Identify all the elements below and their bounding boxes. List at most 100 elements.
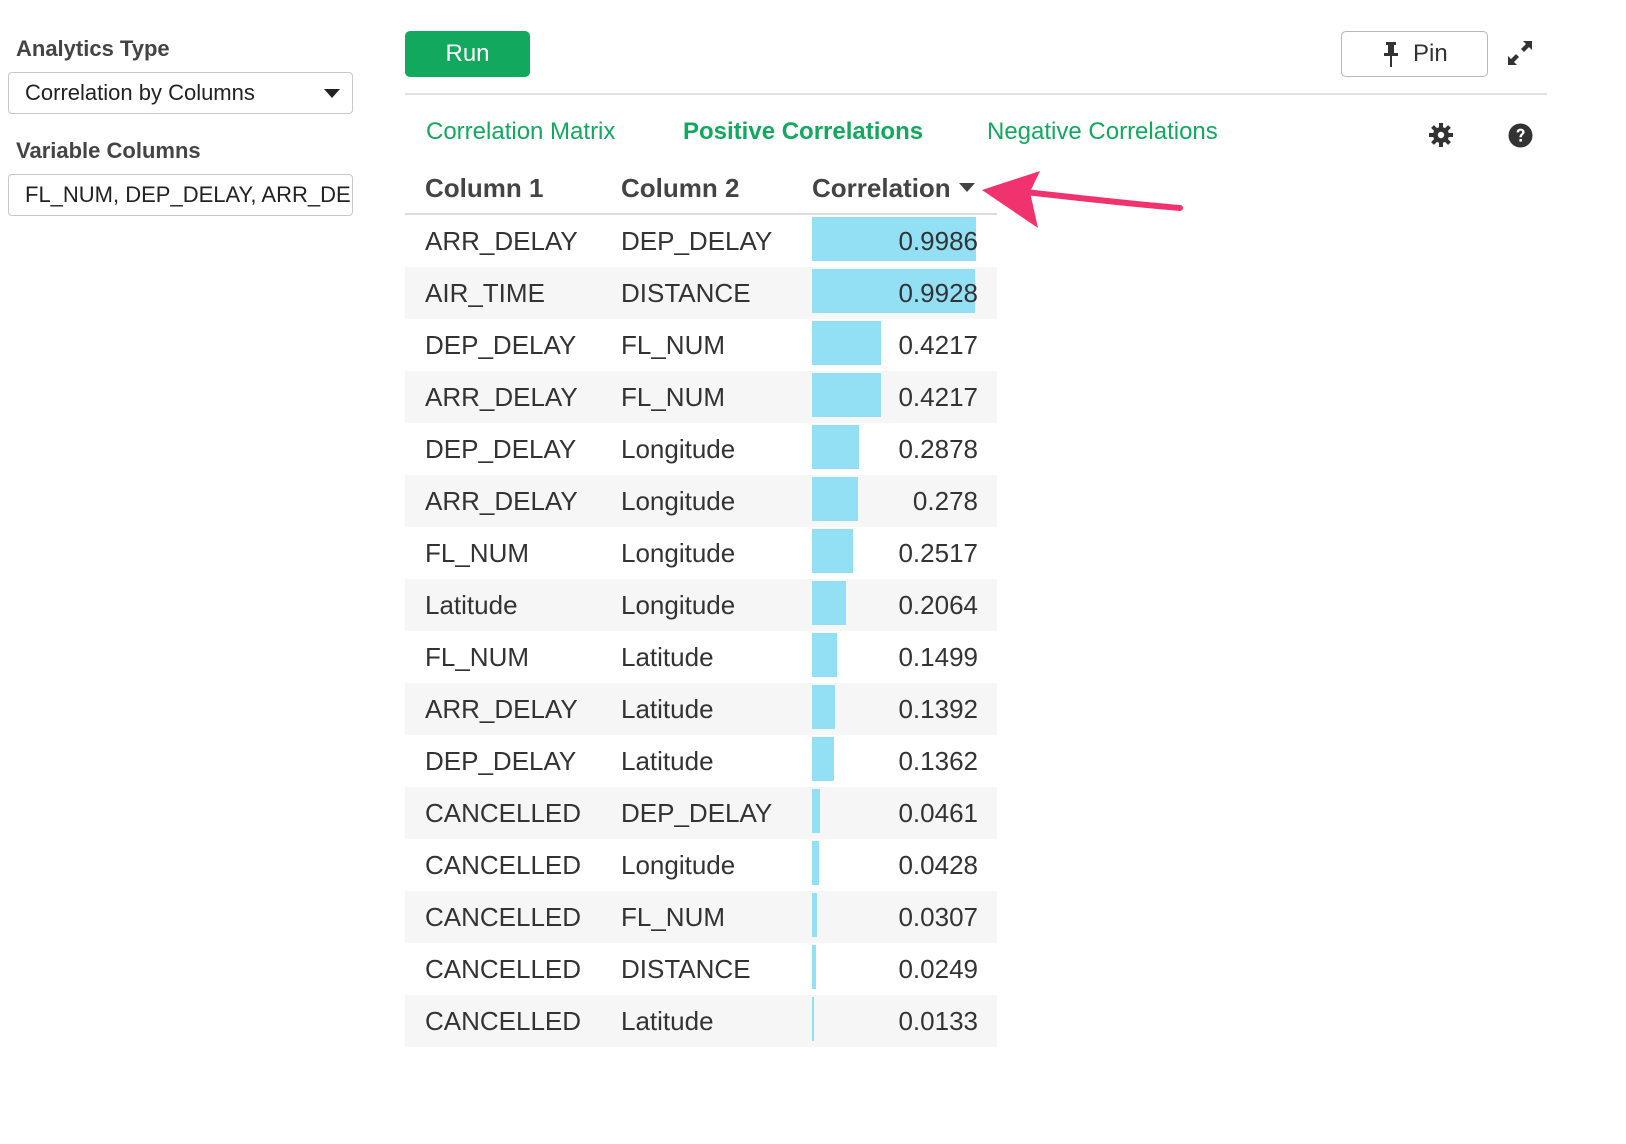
cell-column2: Latitude [621,642,714,672]
table-row: CANCELLED DISTANCE 0.0249 [405,943,997,995]
cell-column1: CANCELLED [425,798,582,828]
cell-column1: AIR_TIME [425,278,545,308]
correlation-bar [812,581,846,625]
correlation-value: 0.0249 [898,954,978,984]
table-row: CANCELLED FL_NUM 0.0307 [405,891,997,943]
gear-icon[interactable] [1429,123,1453,147]
cell-column2: Longitude [621,538,736,568]
expand-icon[interactable] [1505,38,1535,68]
cell-correlation: 0.2878 [812,425,978,469]
cell-correlation: 0.1499 [812,633,978,677]
header-correlation[interactable]: Correlation [812,173,975,204]
tab-correlation-matrix[interactable]: Correlation Matrix [426,118,615,146]
table-row: FL_NUM Latitude 0.1499 [405,631,997,683]
header-column1[interactable]: Column 1 [425,173,543,204]
cell-column2: DEP_DELAY [621,226,773,256]
cell-column2: DEP_DELAY [621,798,773,828]
cell-column1: DEP_DELAY [425,330,577,360]
table-row: DEP_DELAY FL_NUM 0.4217 [405,319,997,371]
chevron-down-icon [324,89,340,98]
cell-correlation: 0.1362 [812,737,978,781]
correlation-bar [812,633,837,677]
table-row: CANCELLED Longitude 0.0428 [405,839,997,891]
cell-column2: Longitude [621,486,736,516]
table-row: ARR_DELAY DEP_DELAY 0.9986 [405,215,997,267]
table-row: FL_NUM Longitude 0.2517 [405,527,997,579]
correlation-bar [812,425,860,469]
cell-column2: FL_NUM [621,902,726,932]
cell-correlation: 0.0133 [812,997,978,1041]
correlation-value: 0.9986 [898,226,978,256]
cell-correlation: 0.1392 [812,685,978,729]
cell-column2: Latitude [621,746,714,776]
cell-column1: DEP_DELAY [425,434,577,464]
table-body: ARR_DELAY DEP_DELAY 0.9986 AIR_TIME DISTANCE… [405,215,997,1047]
correlation-value: 0.1392 [898,694,978,724]
cell-correlation: 0.4217 [812,373,978,417]
table-row: ARR_DELAY Longitude 0.278 [405,475,997,527]
variable-columns-value: FL_NUM, DEP_DELAY, ARR_DELAY [25,182,352,207]
cell-column1: ARR_DELAY [425,226,578,256]
cell-correlation: 0.9986 [812,217,978,261]
cell-correlation: 0.9928 [812,269,978,313]
tab-positive-correlations[interactable]: Positive Correlations [683,118,923,146]
cell-column1: CANCELLED [425,902,582,932]
pin-button[interactable]: Pin [1341,31,1488,77]
cell-correlation: 0.278 [812,477,978,521]
header-column2[interactable]: Column 2 [621,173,739,204]
annotation-arrow [982,171,1183,228]
help-icon[interactable] [1508,123,1533,148]
correlation-bar [812,737,835,781]
tab-negative-correlations[interactable]: Negative Correlations [987,118,1218,146]
cell-column2: FL_NUM [621,330,726,360]
header-correlation-label: Correlation [812,173,951,203]
correlation-bar [812,945,817,989]
analytics-type-value: Correlation by Columns [25,80,255,105]
sort-desc-icon [958,182,975,192]
correlation-bar [812,529,854,573]
correlation-bar [812,477,858,521]
table-header: Column 1 Column 2 Correlation [405,163,997,215]
cell-column2: Longitude [621,850,736,880]
cell-column2: Longitude [621,590,736,620]
cell-correlation: 0.0461 [812,789,978,833]
correlation-value: 0.0461 [898,798,978,828]
analytics-type-select[interactable]: Correlation by Columns [8,72,353,114]
correlation-value: 0.0133 [898,1006,978,1036]
analytics-type-label: Analytics Type [16,36,170,61]
cell-column2: DISTANCE [621,278,751,308]
correlation-value: 0.2064 [898,590,978,620]
correlation-value: 0.0428 [898,850,978,880]
variable-columns-input[interactable]: FL_NUM, DEP_DELAY, ARR_DELAY [8,174,353,216]
correlation-bar [812,841,820,885]
variable-columns-label: Variable Columns [16,138,201,163]
correlation-value: 0.9928 [898,278,978,308]
cell-column2: FL_NUM [621,382,726,412]
cell-column2: Latitude [621,1006,714,1036]
table-row: DEP_DELAY Longitude 0.2878 [405,423,997,475]
correlation-value: 0.1499 [898,642,978,672]
correlation-value: 0.2517 [898,538,978,568]
cell-column1: DEP_DELAY [425,746,577,776]
cell-correlation: 0.0428 [812,841,978,885]
cell-correlation: 0.0249 [812,945,978,989]
table-row: ARR_DELAY Latitude 0.1392 [405,683,997,735]
cell-column2: DISTANCE [621,954,751,984]
run-button[interactable]: Run [405,31,530,77]
cell-correlation: 0.2517 [812,529,978,573]
correlation-value: 0.0307 [898,902,978,932]
cell-column1: ARR_DELAY [425,486,578,516]
table-row: CANCELLED DEP_DELAY 0.0461 [405,787,997,839]
correlation-bar [812,997,815,1041]
cell-column1: FL_NUM [425,642,530,672]
correlation-bar [812,685,835,729]
cell-column2: Latitude [621,694,714,724]
cell-column1: CANCELLED [425,1006,582,1036]
cell-column1: Latitude [425,590,518,620]
cell-column1: FL_NUM [425,538,530,568]
cell-column1: ARR_DELAY [425,694,578,724]
table-row: Latitude Longitude 0.2064 [405,579,997,631]
positive-correlations-table: Column 1 Column 2 Correlation ARR_DELAY D… [405,163,997,1047]
table-row: CANCELLED Latitude 0.0133 [405,995,997,1047]
pin-label: Pin [1413,40,1448,67]
